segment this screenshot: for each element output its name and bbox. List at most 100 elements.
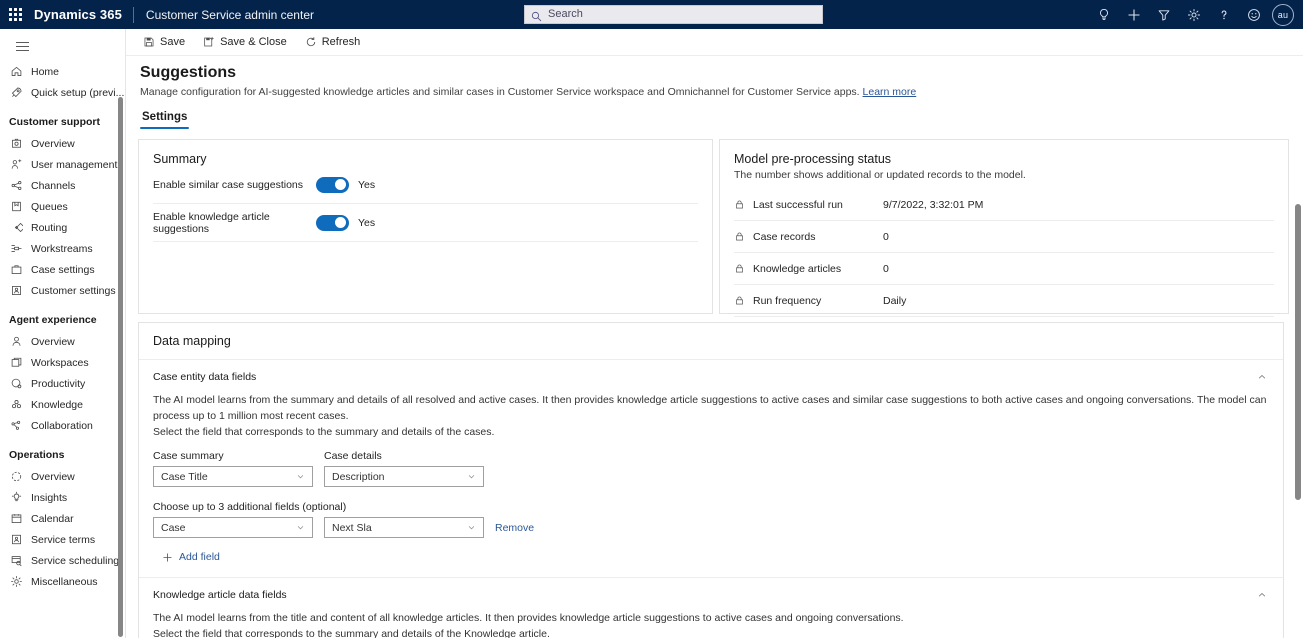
tab-settings[interactable]: Settings — [140, 111, 189, 129]
search-icon — [531, 9, 542, 20]
status-row-knowledge-articles: Knowledge articles 0 — [734, 253, 1274, 285]
lightbulb-icon[interactable] — [1089, 0, 1119, 29]
case-summary-select[interactable]: Case Title — [153, 466, 313, 487]
brand-label[interactable]: Dynamics 365 — [30, 7, 133, 22]
channels-icon — [9, 179, 24, 192]
page-subtitle: Manage configuration for AI-suggested kn… — [140, 86, 1303, 98]
smiley-icon[interactable] — [1239, 0, 1269, 29]
chevron-down-icon — [467, 472, 476, 481]
save-label: Save — [160, 36, 185, 48]
similar-case-suggestions-row: Enable similar case suggestions Yes — [153, 166, 698, 204]
sidebar-item-label: Case settings — [31, 264, 95, 276]
sidebar-item-customer-settings[interactable]: Customer settings — [0, 280, 125, 301]
similar-case-suggestions-toggle[interactable] — [316, 177, 349, 193]
learn-more-link[interactable]: Learn more — [863, 86, 917, 98]
remove-field-link[interactable]: Remove — [495, 522, 534, 538]
sidebar-item-collaboration[interactable]: Collaboration — [0, 415, 125, 436]
hamburger-icon[interactable] — [4, 33, 40, 59]
case-entity-section-header[interactable]: Case entity data fields — [153, 360, 1269, 392]
knowledge-article-section-header[interactable]: Knowledge article data fields — [153, 578, 1269, 610]
case-entity-description: The AI model learns from the summary and… — [153, 392, 1269, 450]
lock-icon — [734, 295, 747, 306]
app-bar: Dynamics 365 Customer Service admin cent… — [0, 0, 1303, 29]
case-summary-label: Case summary — [153, 450, 313, 462]
sidebar-item-ops-overview[interactable]: Overview — [0, 466, 125, 487]
data-mapping-card: Data mapping Case entity data fields The… — [138, 322, 1284, 638]
sidebar-item-label: Service terms — [31, 534, 95, 546]
status-value: Daily — [883, 295, 906, 307]
sidebar-item-case-settings[interactable]: Case settings — [0, 259, 125, 280]
sidebar-item-service-terms[interactable]: Service terms — [0, 529, 125, 550]
save-close-icon — [203, 36, 215, 48]
sidebar-item-queues[interactable]: Queues — [0, 196, 125, 217]
sidebar-item-routing[interactable]: Routing — [0, 217, 125, 238]
model-status-card: Model pre-processing status The number s… — [719, 139, 1289, 314]
summary-card-title: Summary — [139, 140, 712, 166]
sidebar-item-service-scheduling[interactable]: Service scheduling — [0, 550, 125, 571]
knowledge-article-suggestions-toggle[interactable] — [316, 215, 349, 231]
sidebar-item-ae-overview[interactable]: Overview — [0, 331, 125, 352]
chevron-up-icon[interactable] — [1255, 370, 1269, 384]
sidebar-item-workspaces[interactable]: Workspaces — [0, 352, 125, 373]
sidebar-item-home[interactable]: Home — [0, 61, 125, 82]
sidebar-item-productivity[interactable]: Productivity — [0, 373, 125, 394]
operations-overview-icon — [9, 470, 24, 483]
chevron-up-icon[interactable] — [1255, 588, 1269, 602]
additional-field-select-1[interactable]: Case — [153, 517, 313, 538]
routing-icon — [9, 221, 24, 234]
sidebar-item-label: Routing — [31, 222, 67, 234]
cards-row: Summary Enable similar case suggestions … — [138, 139, 1303, 314]
sidebar-item-user-management[interactable]: User management — [0, 154, 125, 175]
save-and-close-button[interactable]: Save & Close — [194, 30, 296, 54]
gear-icon[interactable] — [1179, 0, 1209, 29]
search-box[interactable] — [524, 5, 823, 24]
sidebar-item-calendar[interactable]: Calendar — [0, 508, 125, 529]
knowledge-article-suggestions-label: Enable knowledge article suggestions — [153, 211, 316, 235]
summary-card: Summary Enable similar case suggestions … — [138, 139, 713, 314]
similar-case-suggestions-label: Enable similar case suggestions — [153, 179, 316, 191]
sidebar-item-channels[interactable]: Channels — [0, 175, 125, 196]
collaboration-icon — [9, 419, 24, 432]
knowledge-article-description: The AI model learns from the title and c… — [153, 610, 1269, 638]
status-label: Case records — [753, 231, 883, 243]
sidebar-scrollbar[interactable] — [118, 97, 123, 637]
lock-icon — [734, 231, 747, 242]
refresh-button[interactable]: Refresh — [296, 30, 370, 54]
app-name-label[interactable]: Customer Service admin center — [134, 8, 314, 22]
sidebar-item-quick-setup[interactable]: Quick setup (previ... — [0, 82, 125, 103]
filter-icon[interactable] — [1149, 0, 1179, 29]
case-entity-heading: Case entity data fields — [153, 371, 256, 383]
add-field-button[interactable]: Add field — [162, 551, 220, 563]
sidebar-item-knowledge[interactable]: Knowledge — [0, 394, 125, 415]
additional-field-value-2: Next Sla — [332, 522, 372, 534]
avatar[interactable]: au — [1272, 4, 1294, 26]
status-label: Run frequency — [753, 295, 883, 307]
main-scrollbar[interactable] — [1295, 204, 1301, 500]
case-details-field: Case details Description — [324, 450, 484, 487]
rocket-icon — [9, 86, 24, 99]
plus-icon[interactable] — [1119, 0, 1149, 29]
command-bar: Save Save & Close Refresh — [126, 29, 1303, 56]
case-details-select[interactable]: Description — [324, 466, 484, 487]
sidebar: Home Quick setup (previ... Customer supp… — [0, 29, 126, 638]
save-button[interactable]: Save — [134, 30, 194, 54]
sidebar-item-miscellaneous[interactable]: Miscellaneous — [0, 571, 125, 592]
case-details-value: Description — [332, 471, 385, 483]
sidebar-item-label: Overview — [31, 471, 75, 483]
insights-icon — [9, 491, 24, 504]
workstreams-icon — [9, 242, 24, 255]
sidebar-item-label: Overview — [31, 138, 75, 150]
sidebar-item-insights[interactable]: Insights — [0, 487, 125, 508]
search-input[interactable] — [548, 6, 816, 23]
app-launcher-icon[interactable] — [0, 0, 30, 29]
sidebar-item-workstreams[interactable]: Workstreams — [0, 238, 125, 259]
sidebar-item-cs-overview[interactable]: Overview — [0, 133, 125, 154]
person-icon — [9, 335, 24, 348]
data-mapping-title: Data mapping — [139, 323, 1283, 360]
sidebar-item-label: User management — [31, 159, 117, 171]
additional-fields-label: Choose up to 3 additional fields (option… — [153, 501, 1269, 513]
question-icon[interactable] — [1209, 0, 1239, 29]
additional-field-select-2[interactable]: Next Sla — [324, 517, 484, 538]
lock-icon — [734, 263, 747, 274]
sidebar-item-label: Channels — [31, 180, 75, 192]
